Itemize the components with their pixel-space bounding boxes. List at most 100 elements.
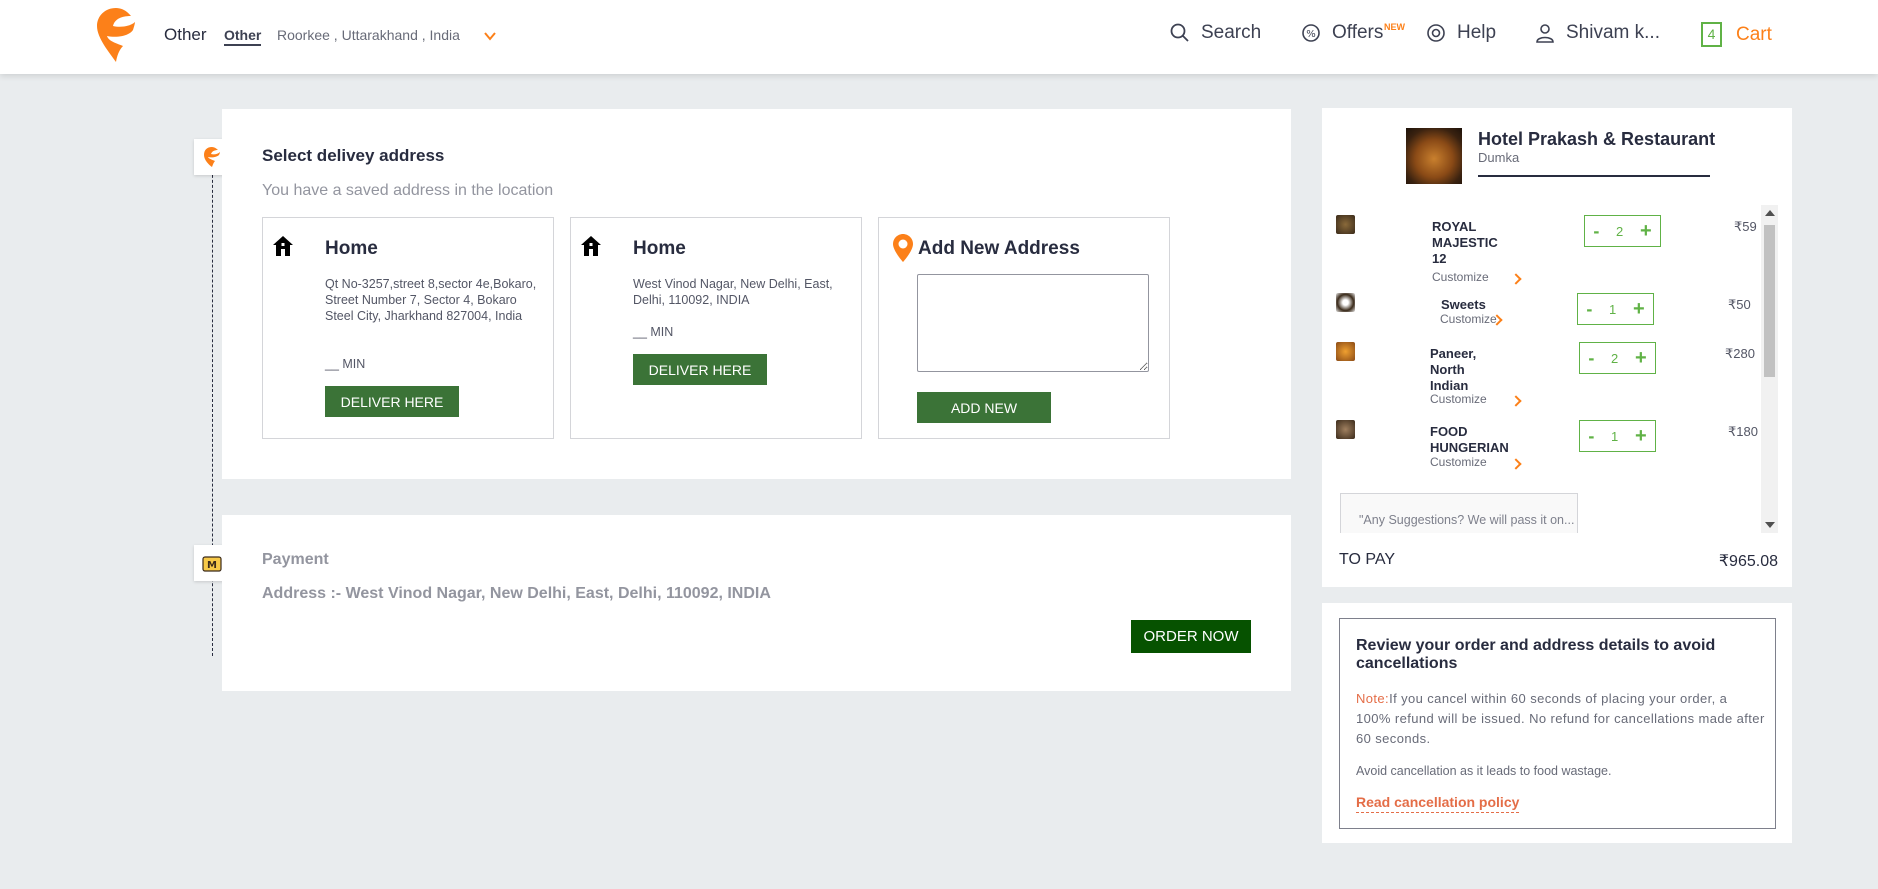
nav-help[interactable]: Help: [1425, 22, 1496, 44]
item-thumbnail: [1336, 293, 1355, 312]
review-note-label: Note:: [1356, 691, 1390, 706]
quantity-stepper[interactable]: - 1 +: [1577, 293, 1654, 325]
location-text[interactable]: Roorkee , Uttarakhand , India: [277, 27, 460, 43]
item-customize-link[interactable]: Customize: [1430, 455, 1487, 469]
item-price: ₹180: [1728, 424, 1758, 439]
item-price: ₹280: [1725, 346, 1755, 361]
wallet-icon: M: [202, 556, 222, 572]
nav-search[interactable]: Search: [1169, 22, 1261, 44]
location-tag[interactable]: Other: [224, 27, 262, 46]
add-address-title: Add New Address: [918, 238, 1080, 259]
item-qty: 2: [1616, 223, 1624, 239]
item-name: FOOD HUNGERIAN: [1430, 424, 1509, 455]
increase-qty-button[interactable]: +: [1635, 425, 1647, 448]
chevron-right-icon[interactable]: [1510, 395, 1522, 407]
new-address-input[interactable]: [917, 274, 1149, 372]
address-card-title: Home: [325, 238, 378, 259]
scroll-down-arrow-icon[interactable]: [1765, 522, 1775, 528]
item-thumbnail: [1336, 215, 1355, 234]
restaurant-divider: [1478, 175, 1710, 177]
payment-panel: Payment Address :- West Vinod Nagar, New…: [222, 515, 1291, 691]
quantity-stepper[interactable]: - 2 +: [1584, 215, 1661, 247]
address-panel: Select delivey address You have a saved …: [222, 109, 1291, 479]
help-icon: [1427, 24, 1445, 42]
offers-new-badge: NEW: [1384, 22, 1405, 32]
cart-items-list[interactable]: ROYAL MAJESTIC 12 Customize - 2 + ₹59 Sw…: [1336, 205, 1778, 533]
review-avoid-text: Avoid cancellation as it leads to food w…: [1356, 764, 1612, 778]
scroll-up-arrow-icon[interactable]: [1765, 210, 1775, 216]
item-qty: 1: [1609, 301, 1617, 317]
review-title: Review your order and address details to…: [1356, 637, 1716, 672]
address-card-1[interactable]: Home Qt No-3257,street 8,sector 4e,Bokar…: [262, 217, 554, 439]
cart-scrollbar[interactable]: [1761, 205, 1778, 533]
top-header: Other Other Roorkee , Uttarakhand , Indi…: [0, 0, 1878, 74]
cart-count-badge: 4: [1701, 22, 1722, 47]
restaurant-image: [1406, 128, 1462, 184]
item-name: ROYAL MAJESTIC 12: [1432, 219, 1498, 266]
location-label[interactable]: Other: [164, 25, 207, 45]
item-price: ₹50: [1728, 297, 1751, 312]
item-price: ₹59: [1734, 219, 1757, 234]
suggestions-input[interactable]: "Any Suggestions? We will pass it on...: [1340, 493, 1578, 533]
deliver-here-button[interactable]: DELIVER HERE: [633, 354, 767, 385]
decrease-qty-button[interactable]: -: [1586, 299, 1592, 320]
user-icon: [1536, 24, 1554, 43]
item-qty: 2: [1611, 350, 1619, 366]
payment-title: Payment: [262, 551, 329, 568]
chevron-right-icon[interactable]: [1510, 273, 1522, 285]
restaurant-name[interactable]: Hotel Prakash & Restaurant: [1478, 129, 1715, 150]
nav-offers-label: Offers: [1332, 22, 1384, 43]
to-pay-label: TO PAY: [1339, 551, 1396, 568]
nav-help-label: Help: [1457, 22, 1497, 43]
item-qty: 1: [1611, 428, 1619, 444]
svg-text:M: M: [207, 560, 217, 571]
scroll-thumb[interactable]: [1764, 225, 1775, 377]
item-thumbnail: [1336, 420, 1355, 439]
swiggy-small-icon: [204, 147, 220, 167]
quantity-stepper[interactable]: - 2 +: [1579, 342, 1656, 374]
item-customize-link[interactable]: Customize: [1430, 392, 1487, 406]
nav-user[interactable]: Shivam k...: [1534, 22, 1660, 44]
search-icon: [1170, 23, 1189, 42]
home-icon: [273, 236, 293, 256]
restaurant-location: Dumka: [1478, 150, 1520, 165]
address-section-title: Select delivey address: [262, 146, 445, 165]
increase-qty-button[interactable]: +: [1640, 220, 1652, 243]
address-card-title: Home: [633, 238, 686, 259]
order-now-button[interactable]: ORDER NOW: [1131, 620, 1251, 653]
address-card-text: Qt No-3257,street 8,sector 4e,Bokaro, St…: [325, 277, 537, 323]
deliver-here-button[interactable]: DELIVER HERE: [325, 386, 459, 417]
chevron-right-icon[interactable]: [1510, 458, 1522, 470]
item-customize-link[interactable]: Customize: [1440, 312, 1497, 326]
review-box: Review your order and address details to…: [1339, 618, 1776, 829]
increase-qty-button[interactable]: +: [1635, 347, 1647, 370]
increase-qty-button[interactable]: +: [1633, 298, 1645, 321]
item-name: Paneer, North Indian: [1430, 346, 1477, 393]
nav-user-label: Shivam k...: [1566, 22, 1660, 43]
to-pay-amount: ₹965.08: [1718, 553, 1778, 570]
address-card-2[interactable]: Home West Vinod Nagar, New Delhi, East, …: [570, 217, 862, 439]
item-thumbnail: [1336, 342, 1355, 361]
decrease-qty-button[interactable]: -: [1588, 348, 1594, 369]
review-panel: Review your order and address details to…: [1322, 603, 1792, 843]
item-name: Sweets: [1441, 297, 1486, 312]
nav-offers[interactable]: % Offers: [1300, 22, 1383, 44]
payment-address: Address :- West Vinod Nagar, New Delhi, …: [262, 585, 771, 602]
home-icon: [581, 236, 601, 256]
item-customize-link[interactable]: Customize: [1432, 270, 1489, 284]
swiggy-logo-icon[interactable]: [97, 8, 135, 62]
review-note-text: If you cancel within 60 seconds of placi…: [1356, 691, 1765, 746]
review-note: Note:If you cancel within 60 seconds of …: [1356, 689, 1766, 749]
offers-icon: %: [1302, 24, 1320, 42]
quantity-stepper[interactable]: - 1 +: [1579, 420, 1656, 452]
decrease-qty-button[interactable]: -: [1593, 221, 1599, 242]
svg-text:%: %: [1306, 29, 1316, 40]
nav-cart[interactable]: 4 Cart: [1701, 22, 1772, 47]
address-card-eta: __ MIN: [633, 325, 674, 339]
chevron-down-icon[interactable]: [483, 29, 497, 43]
decrease-qty-button[interactable]: -: [1588, 426, 1594, 447]
cart-panel: Hotel Prakash & Restaurant Dumka ROYAL M…: [1322, 108, 1792, 587]
address-section-subtitle: You have a saved address in the location: [262, 182, 554, 199]
cancellation-policy-link[interactable]: Read cancellation policy: [1356, 794, 1520, 813]
add-new-button[interactable]: ADD NEW: [917, 392, 1051, 423]
